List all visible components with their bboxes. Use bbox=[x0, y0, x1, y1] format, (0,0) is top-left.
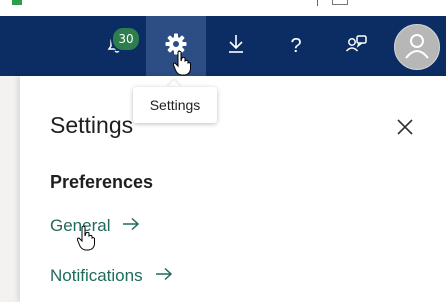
divider bbox=[317, 0, 318, 6]
notifications-link-label: Notifications bbox=[50, 266, 143, 285]
help-icon: ? bbox=[290, 34, 302, 57]
page-background bbox=[0, 76, 20, 302]
spreadsheet-icon bbox=[12, 0, 22, 5]
feedback-button[interactable] bbox=[326, 16, 386, 76]
gear-icon bbox=[164, 32, 188, 60]
close-icon bbox=[394, 119, 416, 142]
app-header: 30 ? bbox=[0, 16, 446, 76]
document-icon bbox=[332, 0, 348, 5]
download-button[interactable] bbox=[206, 16, 266, 76]
feedback-icon bbox=[344, 33, 368, 59]
section-heading: Preferences bbox=[50, 172, 154, 192]
help-button[interactable]: ? bbox=[266, 16, 326, 76]
notifications-link[interactable]: Notifications bbox=[50, 266, 173, 286]
settings-tooltip: Settings bbox=[133, 87, 217, 123]
arrow-right-icon bbox=[122, 216, 140, 236]
browser-top-strip bbox=[0, 0, 446, 16]
close-button[interactable] bbox=[394, 116, 416, 138]
general-link-label: General bbox=[50, 216, 111, 235]
arrow-right-icon bbox=[155, 266, 173, 286]
notification-count-badge: 30 bbox=[111, 26, 141, 52]
download-icon bbox=[226, 33, 246, 59]
settings-button[interactable] bbox=[146, 16, 206, 76]
user-avatar[interactable] bbox=[394, 24, 440, 70]
settings-panel: Settings Preferences General Notificatio… bbox=[20, 76, 446, 302]
general-link[interactable]: General bbox=[50, 216, 140, 236]
panel-title: Settings bbox=[50, 112, 134, 138]
user-avatar-icon bbox=[402, 30, 432, 64]
